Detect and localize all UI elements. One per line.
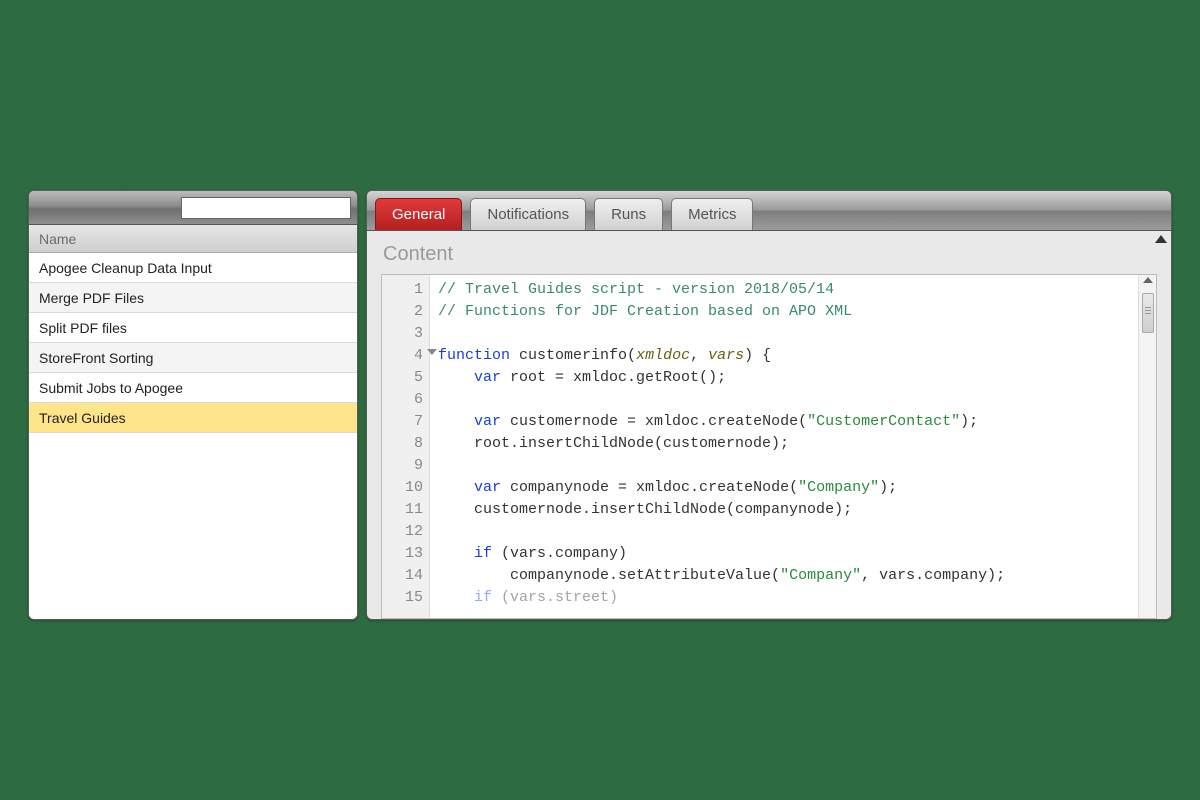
code-editor[interactable]: 123456789101112131415 // Travel Guides s…	[381, 274, 1157, 619]
line-number: 10	[382, 477, 423, 499]
scripts-list: Apogee Cleanup Data InputMerge PDF Files…	[29, 253, 357, 619]
scroll-up-icon[interactable]	[1143, 277, 1153, 283]
code-line[interactable]: // Travel Guides script - version 2018/0…	[438, 279, 1130, 301]
code-line[interactable]: // Functions for JDF Creation based on A…	[438, 301, 1130, 323]
editor-scrollbar[interactable]	[1138, 275, 1156, 618]
workspace: Name Apogee Cleanup Data InputMerge PDF …	[28, 190, 1172, 620]
code-line[interactable]: customernode.insertChildNode(companynode…	[438, 499, 1130, 521]
editor-gutter: 123456789101112131415	[382, 275, 430, 618]
tab-general[interactable]: General	[375, 198, 462, 230]
code-line[interactable]	[438, 389, 1130, 411]
tab-runs[interactable]: Runs	[594, 198, 663, 230]
code-line[interactable]: if (vars.street)	[438, 587, 1130, 609]
code-line[interactable]: var root = xmldoc.getRoot();	[438, 367, 1130, 389]
line-number: 11	[382, 499, 423, 521]
list-item[interactable]: Merge PDF Files	[29, 283, 357, 313]
list-item[interactable]: Submit Jobs to Apogee	[29, 373, 357, 403]
code-line[interactable]: if (vars.company)	[438, 543, 1130, 565]
line-number: 3	[382, 323, 423, 345]
line-number: 2	[382, 301, 423, 323]
fold-toggle-icon[interactable]	[427, 349, 437, 355]
column-header-name[interactable]: Name	[29, 225, 357, 253]
line-number: 8	[382, 433, 423, 455]
code-line[interactable]: function customerinfo(xmldoc, vars) {	[438, 345, 1130, 367]
section-heading-content: Content	[383, 243, 1157, 266]
line-number: 15	[382, 587, 423, 609]
detail-panel: GeneralNotificationsRunsMetrics Content …	[366, 190, 1172, 620]
list-item[interactable]: StoreFront Sorting	[29, 343, 357, 373]
line-number: 12	[382, 521, 423, 543]
tab-notifications[interactable]: Notifications	[470, 198, 586, 230]
line-number: 9	[382, 455, 423, 477]
content-area: Content 123456789101112131415 // Travel …	[367, 231, 1171, 619]
scroll-thumb[interactable]	[1142, 293, 1154, 333]
tab-metrics[interactable]: Metrics	[671, 198, 753, 230]
list-item[interactable]: Split PDF files	[29, 313, 357, 343]
list-item[interactable]: Apogee Cleanup Data Input	[29, 253, 357, 283]
line-number: 4	[382, 345, 423, 367]
editor-code[interactable]: // Travel Guides script - version 2018/0…	[430, 275, 1138, 618]
line-number: 7	[382, 411, 423, 433]
list-item[interactable]: Travel Guides	[29, 403, 357, 433]
code-line[interactable]: companynode.setAttributeValue("Company",…	[438, 565, 1130, 587]
line-number: 1	[382, 279, 423, 301]
search-input[interactable]	[181, 197, 351, 219]
code-line[interactable]: var companynode = xmldoc.createNode("Com…	[438, 477, 1130, 499]
scripts-list-panel: Name Apogee Cleanup Data InputMerge PDF …	[28, 190, 358, 620]
line-number: 6	[382, 389, 423, 411]
code-line[interactable]	[438, 455, 1130, 477]
line-number: 14	[382, 565, 423, 587]
code-line[interactable]: var customernode = xmldoc.createNode("Cu…	[438, 411, 1130, 433]
line-number: 5	[382, 367, 423, 389]
code-line[interactable]	[438, 521, 1130, 543]
tab-bar: GeneralNotificationsRunsMetrics	[367, 191, 1171, 231]
code-line[interactable]	[438, 323, 1130, 345]
scripts-toolbar	[29, 191, 357, 225]
line-number: 13	[382, 543, 423, 565]
code-line[interactable]: root.insertChildNode(customernode);	[438, 433, 1130, 455]
